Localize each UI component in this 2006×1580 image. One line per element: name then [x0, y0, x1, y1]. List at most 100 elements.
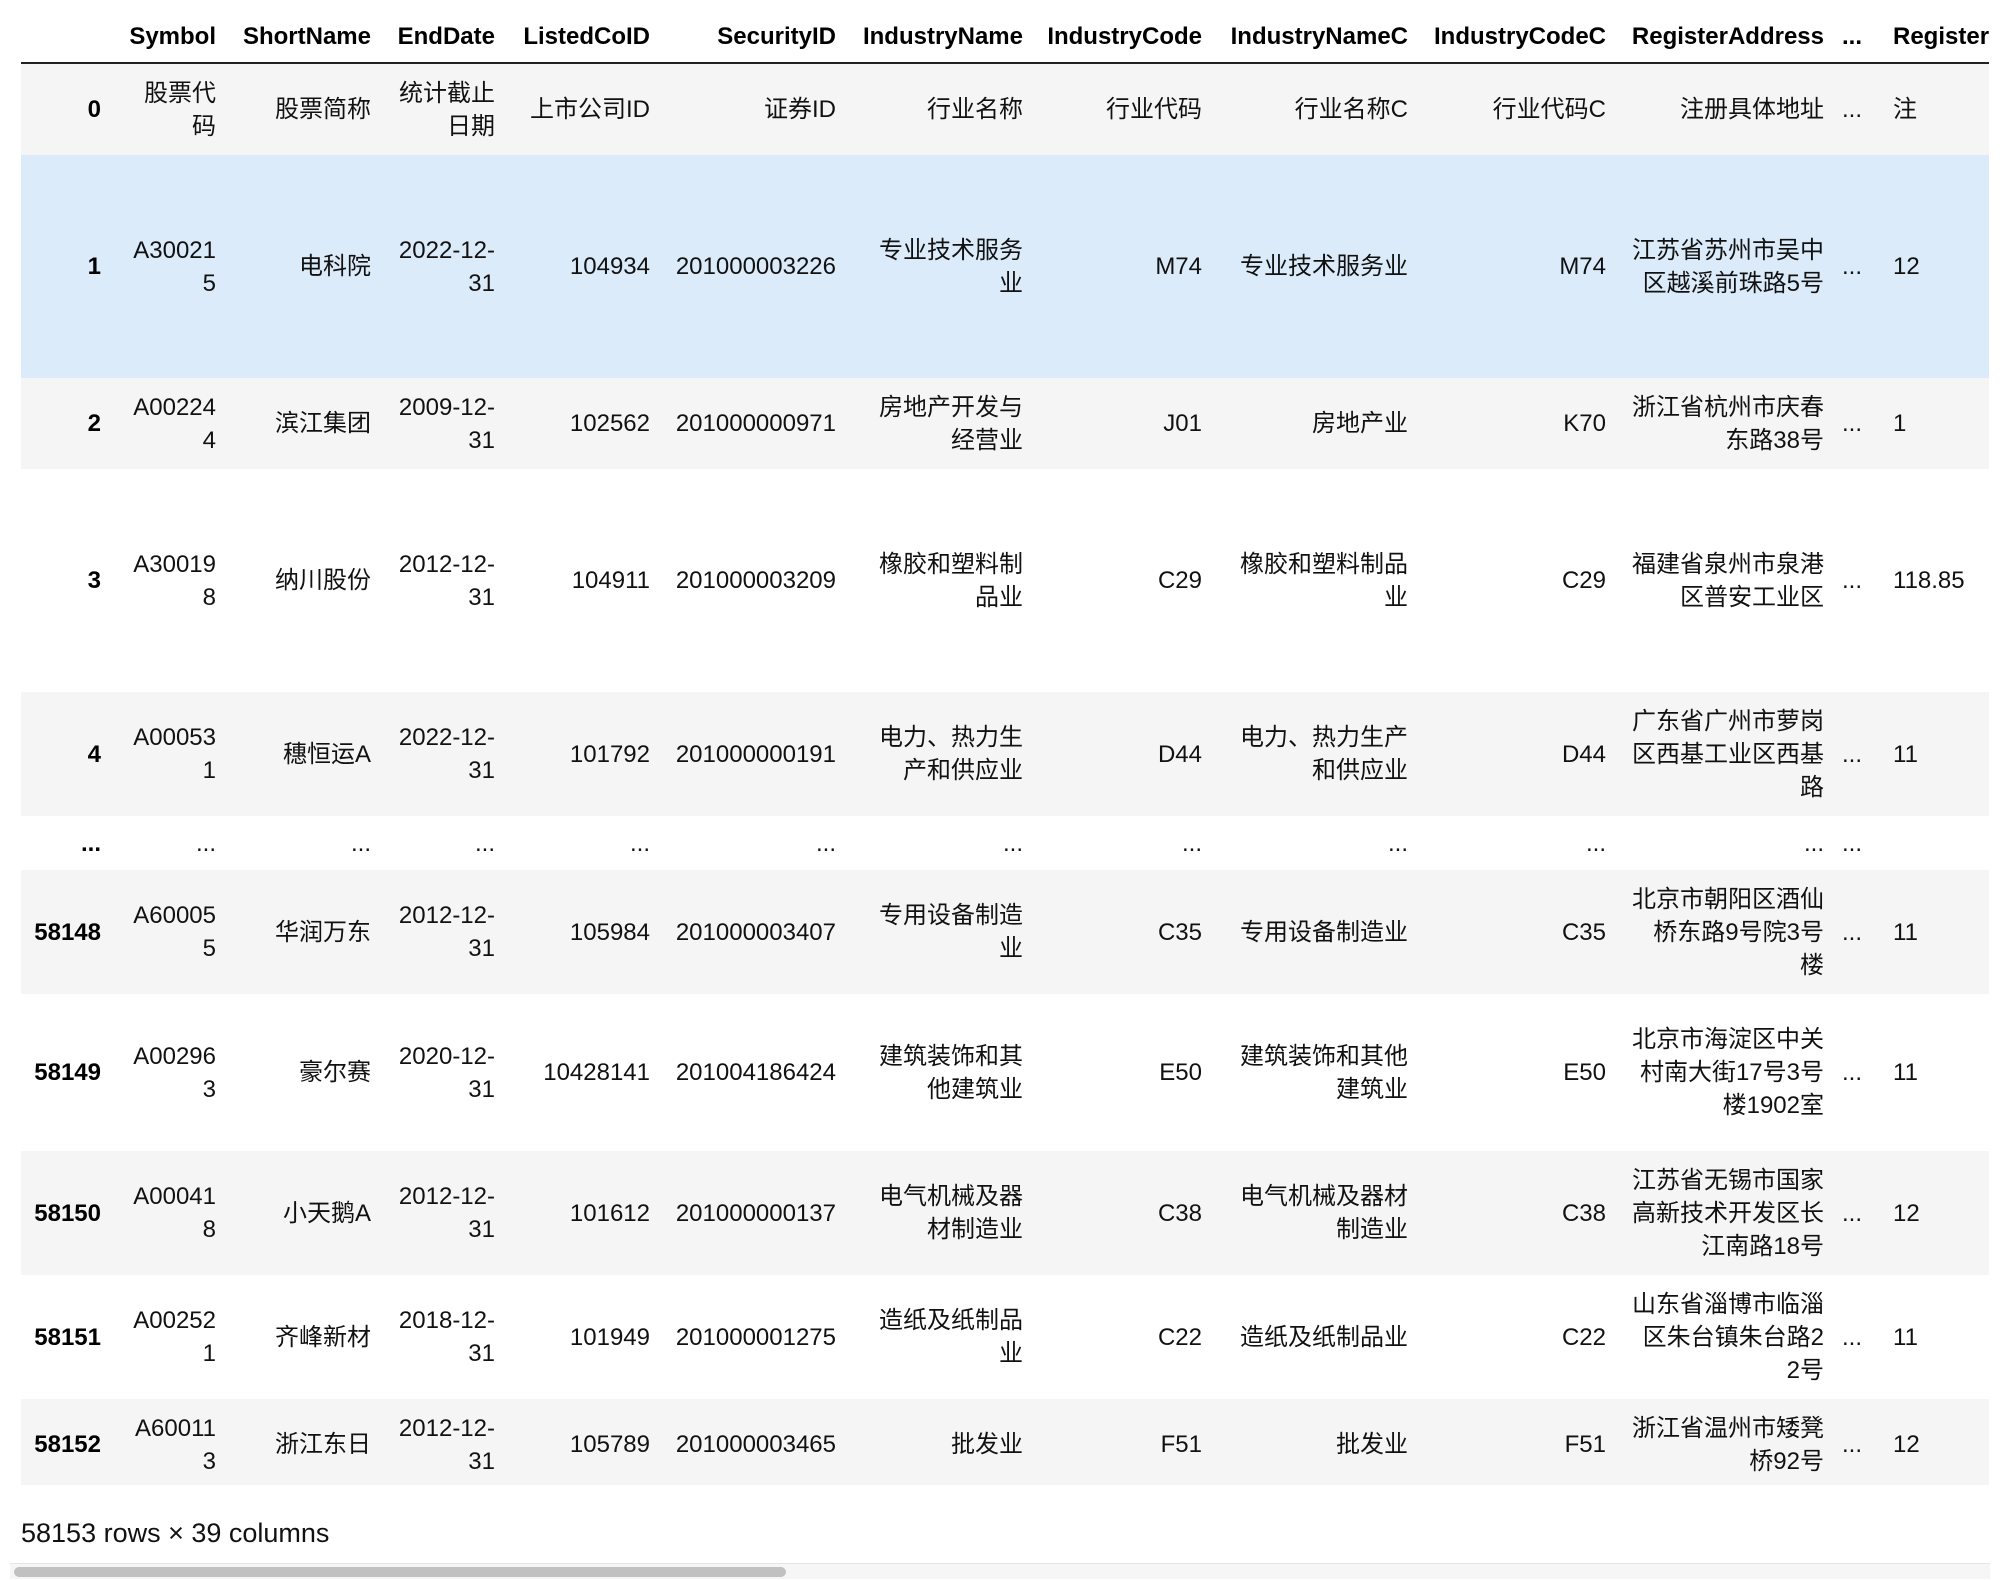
cell-industrycodec: C35 — [1561, 918, 1606, 946]
cell-enddate: 2022-12-31 — [398, 236, 495, 297]
cell-shortname: 滨江集团 — [275, 410, 371, 437]
cell-industrycode: D44 — [1157, 740, 1202, 768]
table-row[interactable]: 1 A300215 电科院 2022-12-31 104934 20100000… — [21, 155, 1989, 378]
table-row[interactable]: 58149 A002963 豪尔赛 2020-12-31 10428141 20… — [21, 994, 1989, 1151]
cell-industryname: 橡胶和塑料制品业 — [879, 550, 1023, 611]
cell-shortname: 股票简称 — [275, 96, 371, 123]
cell-industrycode: C22 — [1157, 1323, 1202, 1351]
cell-enddate: 2012-12-31 — [398, 550, 495, 611]
cell-ellipsis: ... — [1842, 410, 1863, 437]
cell-securityid: 201000000191 — [675, 740, 836, 768]
cell-securityid: 201000003226 — [675, 253, 836, 280]
table-row[interactable]: 2 A002244 滨江集团 2009-12-31 102562 2010000… — [21, 378, 1989, 469]
cell-registeri: 11 — [1893, 1323, 1918, 1351]
cell-shortname: ... — [350, 829, 371, 857]
cell-shortname: 小天鹅A — [282, 1199, 371, 1227]
table-row[interactable]: 58152 A600113 浙江东日 2012-12-31 105789 201… — [21, 1399, 1989, 1485]
cell-ellipsis: ... — [1842, 1323, 1863, 1351]
dataframe-table: Symbol ShortName EndDate ListedCoID Secu… — [21, 10, 1989, 1485]
row-index: 0 — [87, 96, 101, 123]
cell-symbol: A000531 — [133, 724, 216, 784]
cell-industryname: 电气机械及器材制造业 — [879, 1183, 1023, 1243]
dataframe-shape-label: 58153 rows × 39 columns — [21, 1518, 330, 1548]
table-row[interactable]: 58148 A600055 华润万东 2012-12-31 105984 201… — [21, 870, 1989, 994]
cell-shortname: 豪尔赛 — [299, 1059, 371, 1086]
cell-industryname: 建筑装饰和其他建筑业 — [879, 1042, 1023, 1103]
cell-symbol: A600055 — [133, 902, 216, 962]
cell-ellipsis: ... — [1842, 1059, 1863, 1086]
cell-industrycode: J01 — [1163, 410, 1202, 437]
column-header-enddate: EndDate — [383, 10, 507, 64]
header-row: Symbol ShortName EndDate ListedCoID Secu… — [21, 10, 1989, 64]
cell-shortname: 华润万东 — [275, 918, 371, 946]
cell-listedcoid: 上市公司ID — [530, 96, 650, 123]
cell-securityid: 201000000971 — [675, 410, 836, 437]
cell-listedcoid: 104911 — [571, 567, 650, 594]
cell-ellipsis: ... — [1842, 740, 1863, 768]
cell-industrycode: 行业代码 — [1106, 96, 1202, 123]
cell-securityid: 201000000137 — [675, 1199, 836, 1227]
cell-registeraddress: 北京市海淀区中关村南大街17号3号楼1902室 — [1632, 1026, 1824, 1119]
row-index: 58151 — [34, 1323, 101, 1351]
column-header-industryname: IndustryName — [848, 10, 1035, 64]
cell-industrycode: E50 — [1159, 1059, 1202, 1086]
table-row[interactable]: 0 股票代码 股票简称 统计截止日期 上市公司ID 证券ID 行业名称 行业代码… — [21, 63, 1989, 155]
row-index: 4 — [87, 740, 101, 768]
cell-shortname: 纳川股份 — [275, 567, 371, 594]
cell-securityid: 201000003209 — [675, 567, 836, 594]
table-row[interactable]: 58151 A002521 齐峰新材 2018-12-31 101949 201… — [21, 1275, 1989, 1399]
cell-listedcoid: 102562 — [569, 410, 650, 437]
cell-shortname: 穗恒运A — [282, 740, 371, 768]
cell-ellipsis: ... — [1842, 96, 1863, 123]
cell-symbol: ... — [195, 829, 216, 857]
horizontal-scrollbar-thumb[interactable] — [14, 1567, 786, 1577]
row-index: 3 — [87, 567, 101, 594]
cell-symbol: A002963 — [133, 1042, 216, 1103]
cell-industrycode: ... — [1181, 829, 1202, 857]
cell-listedcoid: 101792 — [569, 740, 650, 768]
cell-enddate: 2009-12-31 — [398, 393, 495, 454]
cell-registeri: 11 — [1893, 1059, 1918, 1086]
cell-symbol: A600113 — [135, 1414, 216, 1475]
cell-registeraddress: 江苏省苏州市吴中区越溪前珠路5号 — [1632, 236, 1824, 297]
cell-securityid: 证券ID — [764, 96, 836, 123]
column-header-index — [21, 10, 113, 64]
notebook-output: Symbol ShortName EndDate ListedCoID Secu… — [0, 0, 2006, 1580]
row-index: 2 — [87, 410, 101, 437]
cell-registeri: 12 — [1893, 1199, 1920, 1227]
cell-listedcoid: 101949 — [569, 1323, 650, 1351]
cell-industrycodec: 行业代码C — [1492, 96, 1606, 123]
dataframe-view[interactable]: Symbol ShortName EndDate ListedCoID Secu… — [21, 10, 1989, 1485]
cell-industrynamec: 电气机械及器材制造业 — [1240, 1183, 1408, 1243]
table-row[interactable]: 3 A300198 纳川股份 2012-12-31 104911 2010000… — [21, 469, 1989, 692]
cell-listedcoid: 104934 — [569, 253, 650, 280]
row-index: 1 — [87, 253, 101, 280]
horizontal-scrollbar[interactable] — [10, 1563, 1990, 1579]
cell-enddate: 2012-12-31 — [398, 902, 495, 962]
cell-industrynamec: 行业名称C — [1294, 96, 1408, 123]
table-row[interactable]: 4 A000531 穗恒运A 2022-12-31 101792 2010000… — [21, 692, 1989, 816]
column-header-symbol: Symbol — [113, 10, 228, 64]
cell-ellipsis: ... — [1842, 1199, 1863, 1227]
cell-listedcoid: 101612 — [569, 1199, 650, 1227]
cell-enddate: 2012-12-31 — [398, 1183, 495, 1243]
cell-industrynamec: 专用设备制造业 — [1240, 918, 1408, 946]
cell-registeraddress: 江苏省无锡市国家高新技术开发区长江南路18号 — [1632, 1166, 1824, 1260]
cell-industrycodec: C29 — [1561, 567, 1606, 594]
cell-securityid: ... — [815, 829, 836, 857]
cell-registeri: 12 — [1893, 1431, 1920, 1458]
cell-symbol: A002244 — [133, 393, 216, 454]
cell-shortname: 齐峰新材 — [275, 1323, 371, 1351]
cell-registeraddress: 福建省泉州市泉港区普安工业区 — [1632, 550, 1824, 611]
cell-industrycodec: C38 — [1561, 1199, 1606, 1227]
cell-industrycode: F51 — [1160, 1431, 1202, 1458]
cell-symbol: A300198 — [133, 550, 216, 611]
cell-enddate: 统计截止日期 — [399, 79, 495, 140]
table-row[interactable]: 58150 A000418 小天鹅A 2012-12-31 101612 201… — [21, 1151, 1989, 1275]
cell-industrycode: C29 — [1157, 567, 1202, 594]
cell-registeri: 11 — [1893, 918, 1918, 946]
cell-industrynamec: ... — [1387, 829, 1408, 857]
cell-industryname: 房地产开发与经营业 — [879, 393, 1023, 454]
cell-shortname: 电科院 — [299, 253, 371, 280]
cell-ellipsis: ... — [1842, 253, 1863, 280]
